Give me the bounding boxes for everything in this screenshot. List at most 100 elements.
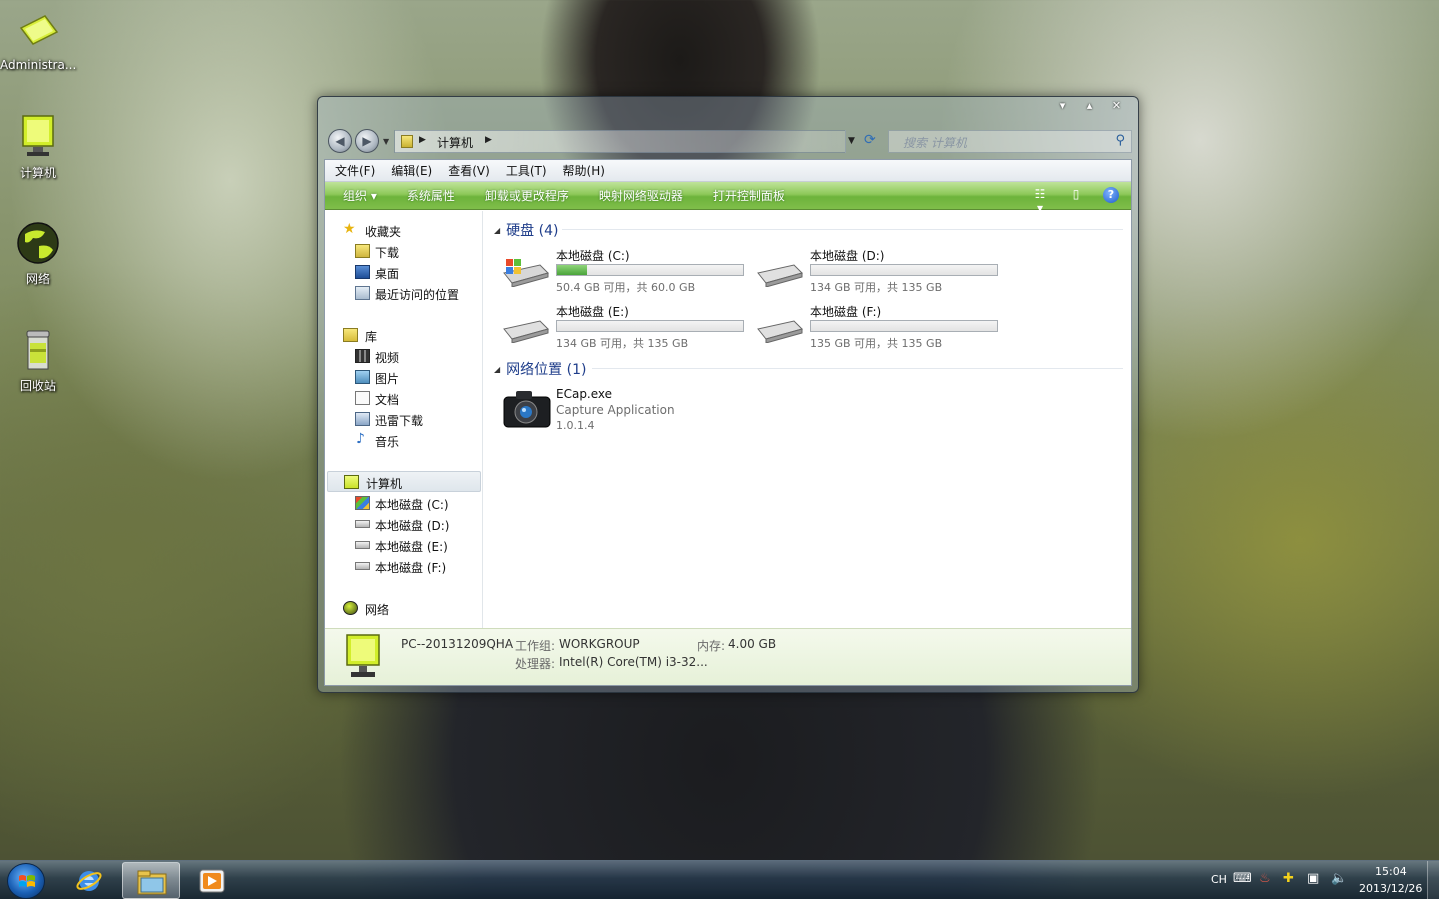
documents-icon <box>355 391 370 405</box>
drive-usage-bar <box>556 264 744 276</box>
nav-downloads[interactable]: 下载 <box>325 241 483 262</box>
collapse-triangle-icon[interactable]: ◢ <box>494 226 500 235</box>
caption-buttons: ▾ ▴ ✕ <box>1049 99 1130 115</box>
taskbar-media-button[interactable] <box>183 862 241 899</box>
address-bar[interactable]: ▶ 计算机 ▶ <box>394 130 846 153</box>
nav-music[interactable]: ♪ 音乐 <box>325 430 483 451</box>
security-icon[interactable]: ✚ <box>1283 871 1294 886</box>
item-version: 1.0.1.4 <box>556 419 595 432</box>
drive-tile-f[interactable]: 本地磁盘 (F:) 135 GB 可用，共 135 GB <box>756 303 1006 355</box>
history-dropdown[interactable]: ▼ <box>383 137 389 146</box>
map-network-drive-button[interactable]: 映射网络驱动器 <box>599 187 683 204</box>
star-icon: ★ <box>343 221 356 237</box>
show-desktop-button[interactable] <box>1427 861 1439 899</box>
clock-date[interactable]: 2013/12/26 <box>1359 882 1422 895</box>
nav-desktop[interactable]: 桌面 <box>325 262 483 283</box>
drive-usage-fill <box>557 265 587 275</box>
item-description: Capture Application <box>556 403 675 417</box>
input-method-icon[interactable]: ♨ <box>1259 871 1271 886</box>
nav-label: 文档 <box>375 393 400 407</box>
menu-view[interactable]: 查看(V) <box>448 162 498 179</box>
taskbar-explorer-button[interactable] <box>122 862 180 899</box>
menu-edit[interactable]: 编辑(E) <box>391 162 440 179</box>
address-dropdown[interactable]: ▼ <box>848 136 855 146</box>
nav-favorites[interactable]: ★ 收藏夹 <box>325 220 483 241</box>
drive-tile-d[interactable]: 本地磁盘 (D:) 134 GB 可用，共 135 GB <box>756 247 1006 299</box>
help-icon[interactable]: ? <box>1103 187 1119 203</box>
nav-label: 迅雷下载 <box>375 414 424 428</box>
chevron-right-icon[interactable]: ▶ <box>485 135 492 145</box>
nav-drive-c[interactable]: 本地磁盘 (C:) <box>325 493 483 514</box>
drive-tile-c[interactable]: 本地磁盘 (C:) 50.4 GB 可用，共 60.0 GB <box>502 247 752 299</box>
group-title: 网络位置 (1) <box>506 362 587 378</box>
computer-icon <box>401 135 413 148</box>
breadcrumb-computer[interactable]: 计算机 <box>437 134 473 151</box>
cpu-value: Intel(R) Core(TM) i3-32... <box>559 655 708 669</box>
menu-help[interactable]: 帮助(H) <box>563 162 613 179</box>
command-bar-right: ☷ ▾ ▯ ? <box>1031 187 1119 215</box>
nav-drive-f[interactable]: 本地磁盘 (F:) <box>325 556 483 577</box>
view-options-icon[interactable]: ☷ ▾ <box>1031 187 1049 215</box>
network-status-icon[interactable]: ▣ <box>1307 871 1319 886</box>
nav-thunder-downloads[interactable]: 迅雷下载 <box>325 409 483 430</box>
desktop-icon-administrator[interactable]: Administra... <box>0 8 76 72</box>
menu-file[interactable]: 文件(F) <box>335 162 383 179</box>
keyboard-icon[interactable]: ⌨ <box>1233 871 1252 886</box>
start-button[interactable] <box>7 863 45 899</box>
open-control-panel-button[interactable]: 打开控制面板 <box>713 187 785 204</box>
internet-explorer-icon <box>76 871 102 891</box>
group-header-network[interactable]: ◢ 网络位置 (1) <box>494 359 586 379</box>
desktop-icon-computer[interactable]: 计算机 <box>0 114 76 181</box>
maximize-button[interactable]: ▴ <box>1076 99 1103 115</box>
system-properties-button[interactable]: 系统属性 <box>407 187 455 204</box>
system-tray: CH ⌨ ♨ ✚ ▣ 🔈 15:04 2013/12/26 <box>1199 861 1439 899</box>
preview-pane-icon[interactable]: ▯ <box>1067 187 1085 203</box>
taskbar-ie-button[interactable] <box>60 862 118 899</box>
minimize-button[interactable]: ▾ <box>1049 99 1076 115</box>
refresh-icon[interactable]: ⟳ <box>864 132 876 148</box>
nav-videos[interactable]: 视频 <box>325 346 483 367</box>
search-icon[interactable]: ⚲ <box>1115 133 1125 148</box>
group-title: 硬盘 (4) <box>506 223 559 239</box>
desktop-icon-network[interactable]: 网络 <box>0 220 76 287</box>
user-folder-icon <box>15 8 61 54</box>
drive-tile-e[interactable]: 本地磁盘 (E:) 134 GB 可用，共 135 GB <box>502 303 752 355</box>
search-input[interactable]: 搜索 计算机 ⚲ <box>888 130 1132 153</box>
drive-space-info: 50.4 GB 可用，共 60.0 GB <box>556 281 696 294</box>
group-divider <box>562 229 1123 230</box>
network-item-ecap[interactable]: ECap.exe Capture Application 1.0.1.4 <box>502 387 802 435</box>
chevron-right-icon[interactable]: ▶ <box>419 135 426 145</box>
desktop-icon-label: 回收站 <box>19 379 56 393</box>
pc-name: PC--20131209QHA <box>401 637 514 651</box>
recycle-bin-icon <box>15 327 61 373</box>
nav-network[interactable]: 网络 <box>325 598 483 619</box>
thunder-download-icon <box>355 412 370 426</box>
language-indicator[interactable]: CH <box>1211 873 1227 886</box>
clock-time[interactable]: 15:04 <box>1375 865 1407 878</box>
hard-drive-icon <box>757 264 803 287</box>
desktop-icon-recycle-bin[interactable]: 回收站 <box>0 327 76 394</box>
volume-icon[interactable]: 🔈 <box>1331 871 1347 886</box>
nav-libraries[interactable]: 库 <box>325 325 483 346</box>
globe-icon <box>15 220 61 266</box>
nav-drive-d[interactable]: 本地磁盘 (D:) <box>325 514 483 535</box>
nav-recent-places[interactable]: 最近访问的位置 <box>325 283 483 304</box>
collapse-triangle-icon[interactable]: ◢ <box>494 365 500 374</box>
group-header-drives[interactable]: ◢ 硬盘 (4) <box>494 220 558 240</box>
desktop-icon-label: 计算机 <box>19 166 56 180</box>
nav-drive-e[interactable]: 本地磁盘 (E:) <box>325 535 483 556</box>
nav-pictures[interactable]: 图片 <box>325 367 483 388</box>
forward-button[interactable]: ▶ <box>355 129 379 153</box>
nav-documents[interactable]: 文档 <box>325 388 483 409</box>
back-button[interactable]: ◀ <box>328 129 352 153</box>
close-button[interactable]: ✕ <box>1103 99 1130 115</box>
nav-label: 桌面 <box>375 267 400 281</box>
menu-tools[interactable]: 工具(T) <box>506 162 555 179</box>
content-pane: ◢ 硬盘 (4) 本地磁盘 (C:) 50.4 GB 可用，共 60.0 GB <box>484 211 1131 628</box>
drive-space-info: 134 GB 可用，共 135 GB <box>810 281 943 294</box>
nav-label: 最近访问的位置 <box>375 288 460 302</box>
uninstall-program-button[interactable]: 卸载或更改程序 <box>485 187 569 204</box>
nav-computer[interactable]: 计算机 <box>327 471 481 492</box>
memory-value: 4.00 GB <box>728 637 777 651</box>
organize-button[interactable]: 组织 ▾ <box>343 187 377 204</box>
